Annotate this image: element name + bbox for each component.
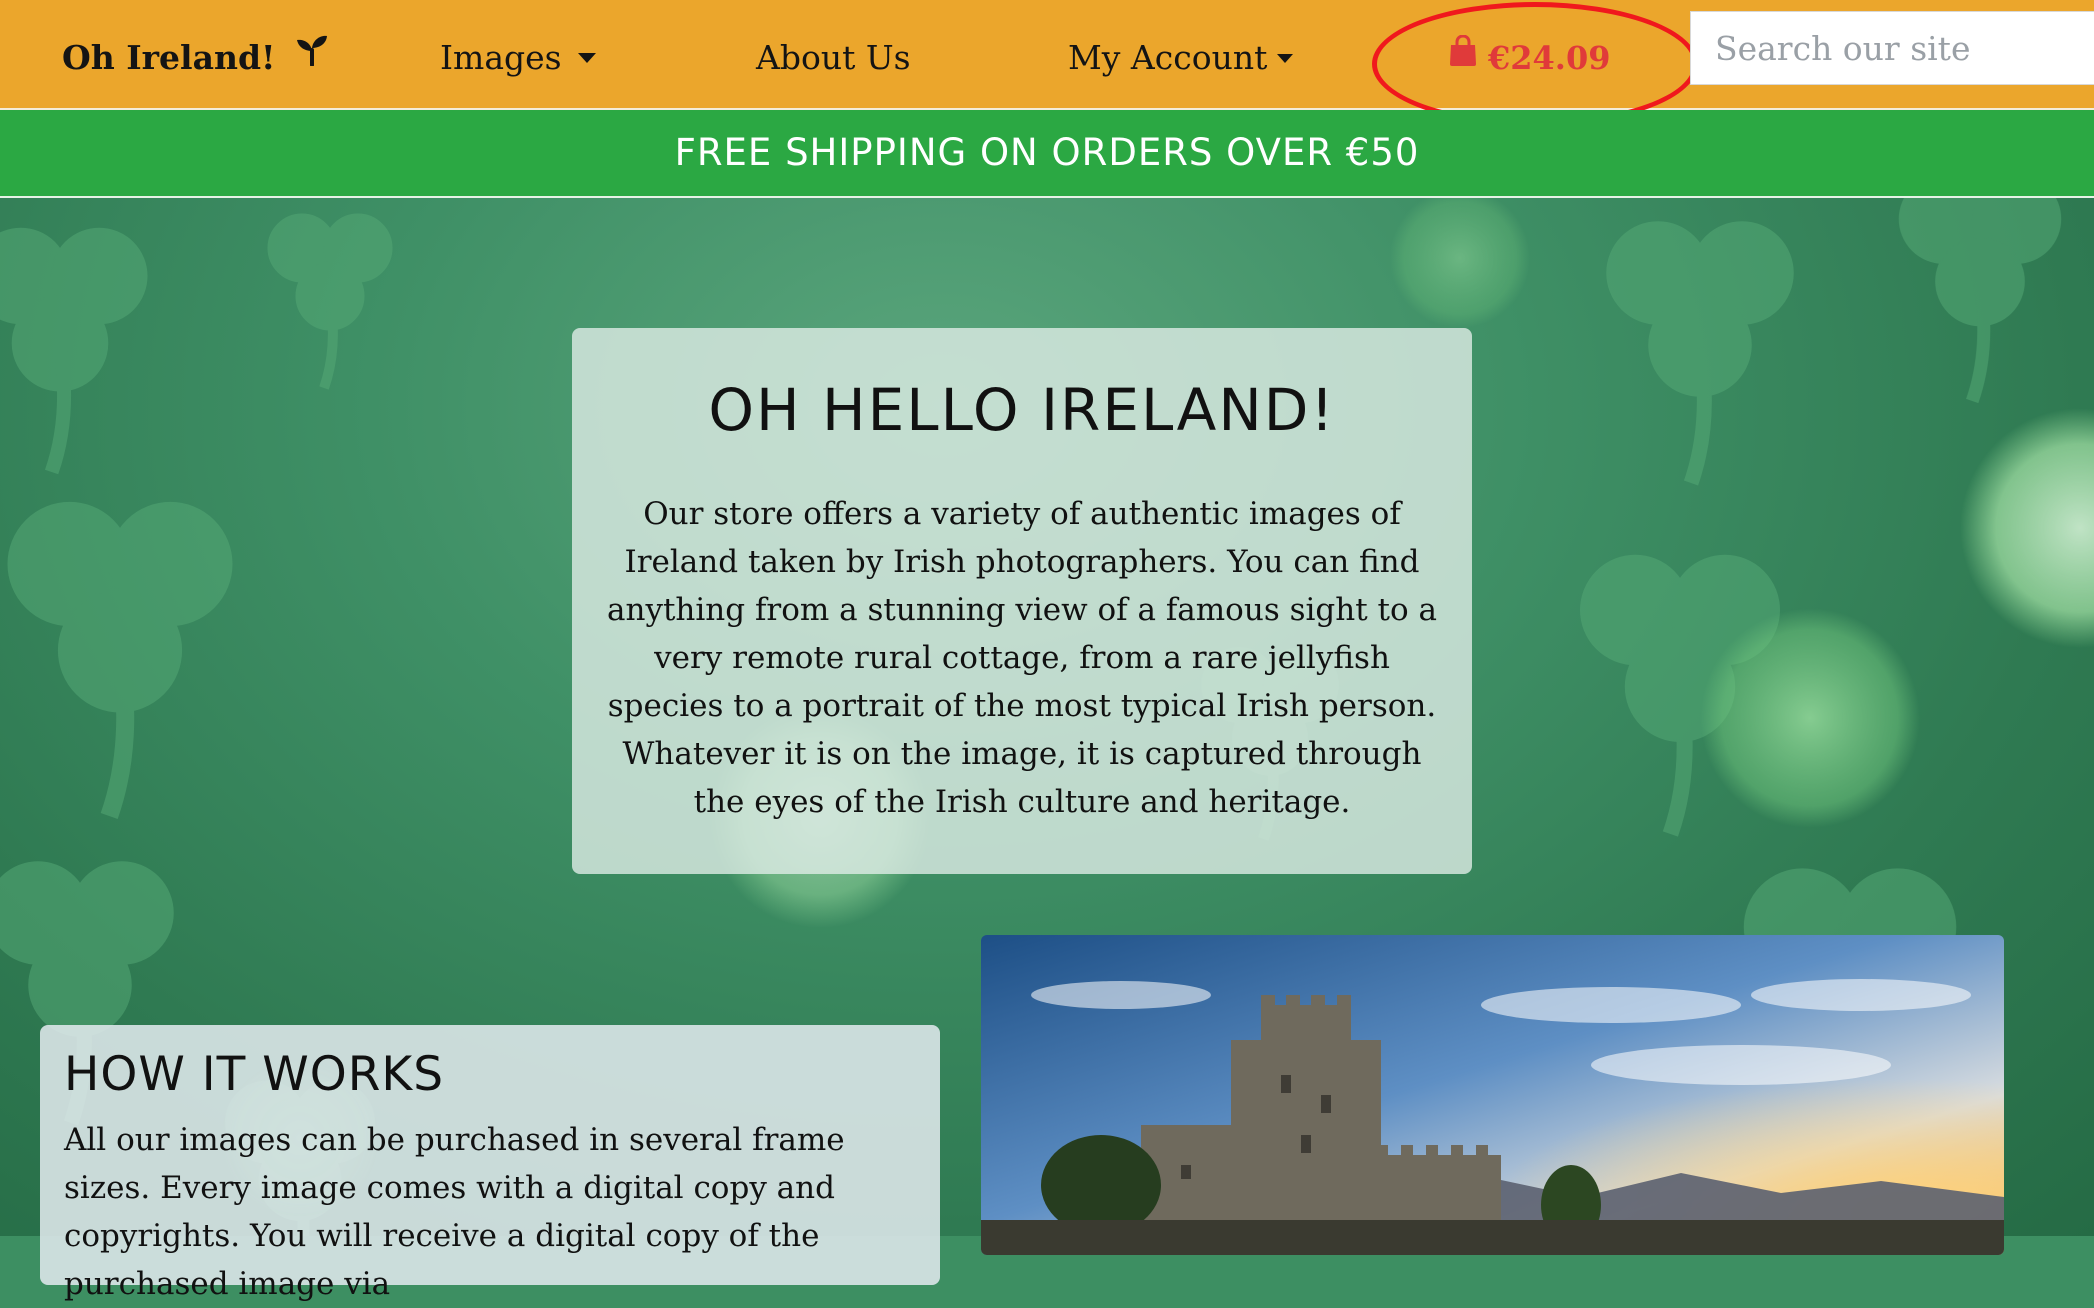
caret-down-icon: [577, 53, 596, 63]
how-it-works-heading: HOW IT WORKS: [64, 1047, 445, 1102]
nav-my-account-dropdown[interactable]: My Account: [1068, 0, 1294, 108]
nav-about-us-link[interactable]: About Us: [756, 0, 911, 108]
nav-images-label: Images: [440, 38, 562, 77]
nav-account-label: My Account: [1068, 38, 1268, 77]
how-it-works-paragraph: All our images can be purchased in sever…: [64, 1122, 845, 1302]
shopping-bag-link[interactable]: €24.09: [1448, 0, 1610, 108]
search-input[interactable]: [1690, 11, 2094, 85]
seedling-icon: [295, 0, 329, 113]
brand-link[interactable]: Oh Ireland!: [62, 0, 329, 108]
nav-images-dropdown[interactable]: Images: [440, 0, 596, 108]
brand-name: Oh Ireland!: [62, 38, 276, 77]
intro-card: OH HELLO IRELAND! Our store offers a var…: [572, 328, 1472, 874]
caret-down-icon: [1277, 53, 1294, 63]
intro-paragraph: Our store offers a variety of authentic …: [607, 496, 1437, 820]
shopping-bag-icon: [1448, 0, 1478, 114]
nav-about-label: About Us: [756, 38, 911, 77]
intro-heading: OH HELLO IRELAND!: [708, 376, 1336, 444]
top-navbar: Oh Ireland! Images About Us My Account €…: [0, 0, 2094, 126]
free-shipping-banner: FREE SHIPPING ON ORDERS OVER €50: [0, 110, 2094, 198]
basket-total: €24.09: [1488, 39, 1611, 77]
how-it-works-card: HOW IT WORKS All our images can be purch…: [40, 1025, 940, 1302]
free-shipping-text: FREE SHIPPING ON ORDERS OVER €50: [674, 131, 1420, 174]
castle-photo: [981, 935, 2004, 1255]
